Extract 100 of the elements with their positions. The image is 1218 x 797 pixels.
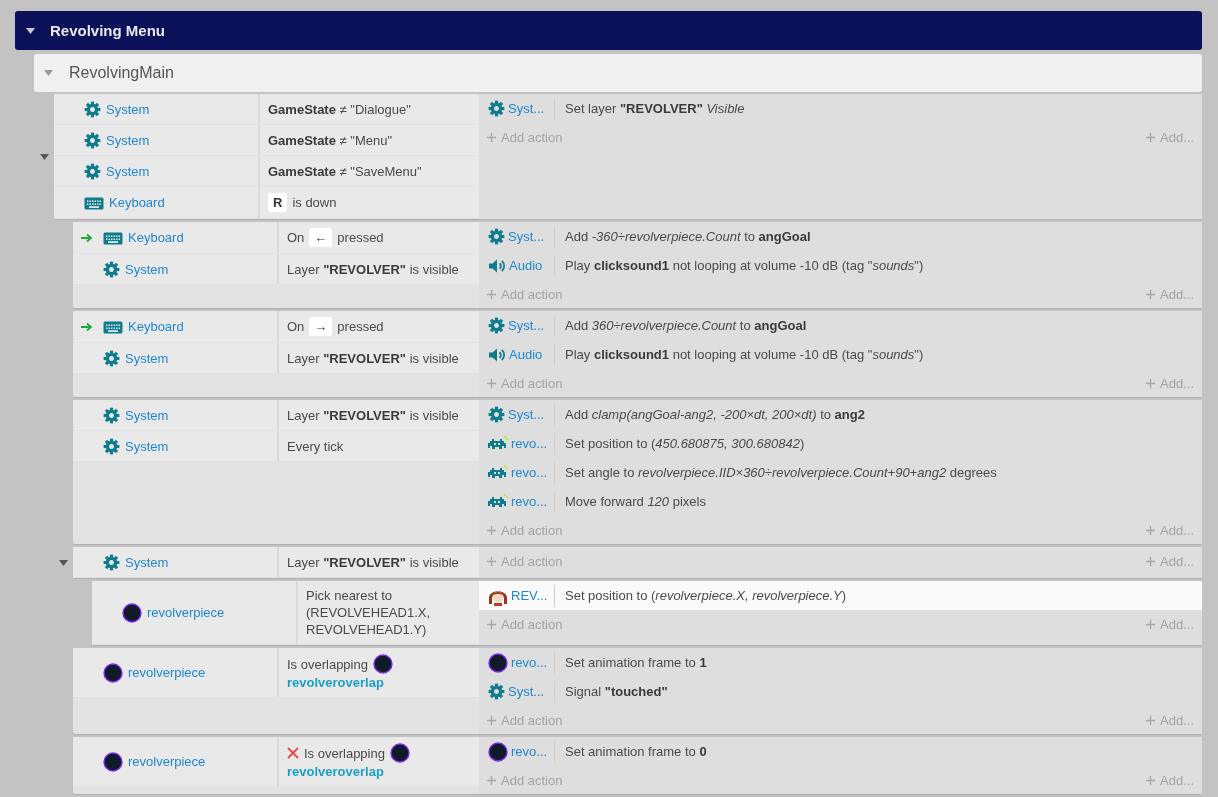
condition-row[interactable]: System Layer "REVOLVER" is visible [73, 343, 479, 374]
action-row[interactable]: revo... Set animation frame to 1 [479, 648, 1202, 677]
action-row[interactable]: Audio Play clicksound1 not looping at volume -10 dB (tag "sounds") [479, 340, 1202, 369]
plus-icon [1146, 289, 1156, 299]
condition-row[interactable]: System GameState ≠ "Menu" [54, 125, 479, 156]
subgroup-header[interactable]: RevolvingMain [34, 54, 1202, 92]
invader-icon [488, 493, 508, 510]
plus-icon [487, 132, 496, 142]
speaker-icon [488, 346, 506, 363]
object-name: revo... [511, 436, 548, 451]
plus-icon [1146, 715, 1156, 725]
condition-text: GameState ≠ "SaveMenu" [268, 162, 422, 180]
action-row[interactable]: Syst... Add clamp(angGoal-ang2, -200×dt, 200×dt) to ang2 [479, 400, 1202, 429]
object-name: System [125, 554, 169, 570]
gear-icon [103, 553, 120, 571]
object-name: revolverpiece [128, 665, 206, 680]
object-name: revo... [511, 465, 548, 480]
subgroup-title: RevolvingMain [69, 64, 174, 82]
object-name: Audio [509, 258, 543, 273]
object-name: System [106, 101, 150, 117]
dark-circle-icon [103, 662, 123, 683]
action-text: Set animation frame to 0 [564, 744, 707, 759]
condition-row[interactable]: System GameState ≠ "Dialogue" [54, 94, 479, 125]
condition-row[interactable]: revolverpiece Is overlapping revolveroverlap [73, 648, 479, 698]
gear-icon [488, 100, 505, 117]
action-row[interactable]: revo... Set position to (450.680875, 300.680842) [479, 429, 1202, 458]
gear-icon [84, 100, 101, 118]
condition-text: pressed [337, 229, 384, 246]
condition-row[interactable]: revolverpiece Is overlapping revolveroverlap [73, 737, 479, 787]
condition-row[interactable]: revolverpiece Pick nearest to (REVOLVEHEAD1.X, REVOLVEHEAD1.Y) [92, 581, 479, 645]
object-name: revolverpiece [147, 605, 225, 620]
plus-icon [487, 619, 496, 629]
condition-text: is down [292, 194, 337, 211]
condition-text: Layer "REVOLVER" is visible [287, 349, 459, 367]
object-name: Keyboard [109, 195, 165, 210]
dark-circle-icon [103, 751, 123, 772]
object-name: Syst... [508, 407, 545, 422]
plus-icon [487, 378, 496, 388]
object-name: revo... [511, 494, 548, 509]
object-name: System [125, 350, 169, 366]
caret-icon[interactable] [26, 27, 35, 34]
condition-row[interactable]: Keyboard On ← pressed [73, 222, 479, 254]
gear-icon [488, 683, 505, 700]
key-cap: R [268, 193, 288, 212]
key-cap: → [309, 317, 333, 336]
plus-icon [1146, 775, 1156, 785]
gear-icon [84, 131, 101, 149]
object-name: revo... [511, 744, 548, 759]
group-header[interactable]: Revolving Menu [15, 11, 1202, 50]
action-text: Set animation frame to 1 [564, 655, 707, 670]
invader-icon [488, 435, 508, 452]
gear-icon [488, 406, 505, 423]
action-text: Set layer "REVOLVER" Visible [564, 101, 745, 116]
action-row[interactable]: REV... Set position to (revolverpiece.X, revolverpiece.Y) [479, 581, 1202, 610]
action-text: Play clicksound1 not looping at volume -10 dB (tag "sounds") [564, 347, 924, 362]
action-text: Add clamp(angGoal-ang2, -200×dt, 200×dt) to ang2 [564, 407, 865, 422]
gear-icon [488, 317, 505, 334]
gear-icon [84, 162, 101, 180]
gear-icon [103, 437, 120, 455]
action-row[interactable]: revo... Set angle to revolverpiece.IID×360÷revolverpiece.Count+90+ang2 degrees [479, 458, 1202, 487]
action-row[interactable]: Syst... Add -360÷revolverpiece.Count to angGoal [479, 222, 1202, 251]
action-row[interactable]: Syst... Signal "touched" [479, 677, 1202, 706]
condition-text: On [287, 229, 305, 246]
action-row[interactable]: revo... Move forward 120 pixels [479, 487, 1202, 516]
object-name: Syst... [508, 229, 545, 244]
action-text: Set position to (revolverpiece.X, revolverpiece.Y) [564, 588, 847, 603]
object-name: System [125, 261, 169, 277]
object-name: Syst... [508, 101, 545, 116]
condition-text: pressed [337, 318, 384, 335]
plus-icon [1146, 525, 1156, 535]
condition-row[interactable]: System Layer "REVOLVER" is visible [73, 547, 479, 578]
caret-icon[interactable] [40, 153, 49, 160]
condition-text: GameState ≠ "Menu" [268, 131, 393, 149]
condition-row[interactable]: System Every tick [73, 431, 479, 462]
dark-circle-icon [488, 741, 508, 762]
action-row[interactable]: Audio Play clicksound1 not looping at volume -10 dB (tag "sounds") [479, 251, 1202, 280]
condition-row[interactable]: System GameState ≠ "SaveMenu" [54, 156, 479, 187]
action-row[interactable]: revo... Set animation frame to 0 [479, 737, 1202, 766]
object-name: revo... [511, 655, 548, 670]
condition-row[interactable]: System Layer "REVOLVER" is visible [73, 400, 479, 431]
plus-icon [1146, 378, 1156, 388]
condition-row[interactable]: System Layer "REVOLVER" is visible [73, 254, 479, 285]
object-name: REV... [511, 588, 548, 603]
speaker-icon [488, 257, 506, 274]
condition-row[interactable]: Keyboard On → pressed [73, 311, 479, 343]
condition-text: Layer "REVOLVER" is visible [287, 260, 459, 278]
group-title: Revolving Menu [50, 22, 165, 39]
action-row[interactable]: Syst... Add 360÷revolverpiece.Count to angGoal [479, 311, 1202, 340]
caret-icon[interactable] [59, 559, 68, 566]
action-text: Signal "touched" [564, 684, 668, 699]
plus-icon [1146, 619, 1156, 629]
condition-text: Every tick [287, 437, 344, 455]
action-text: Move forward 120 pixels [564, 494, 706, 509]
plus-icon [487, 715, 496, 725]
dark-circle-icon [389, 743, 410, 763]
gear-icon [103, 406, 120, 424]
action-row[interactable]: Syst... Set layer "REVOLVER" Visible [479, 94, 1202, 123]
object-name: System [125, 407, 169, 423]
action-text: Add 360÷revolverpiece.Count to angGoal [564, 318, 807, 333]
condition-row[interactable]: Keyboard R is down [54, 187, 479, 219]
